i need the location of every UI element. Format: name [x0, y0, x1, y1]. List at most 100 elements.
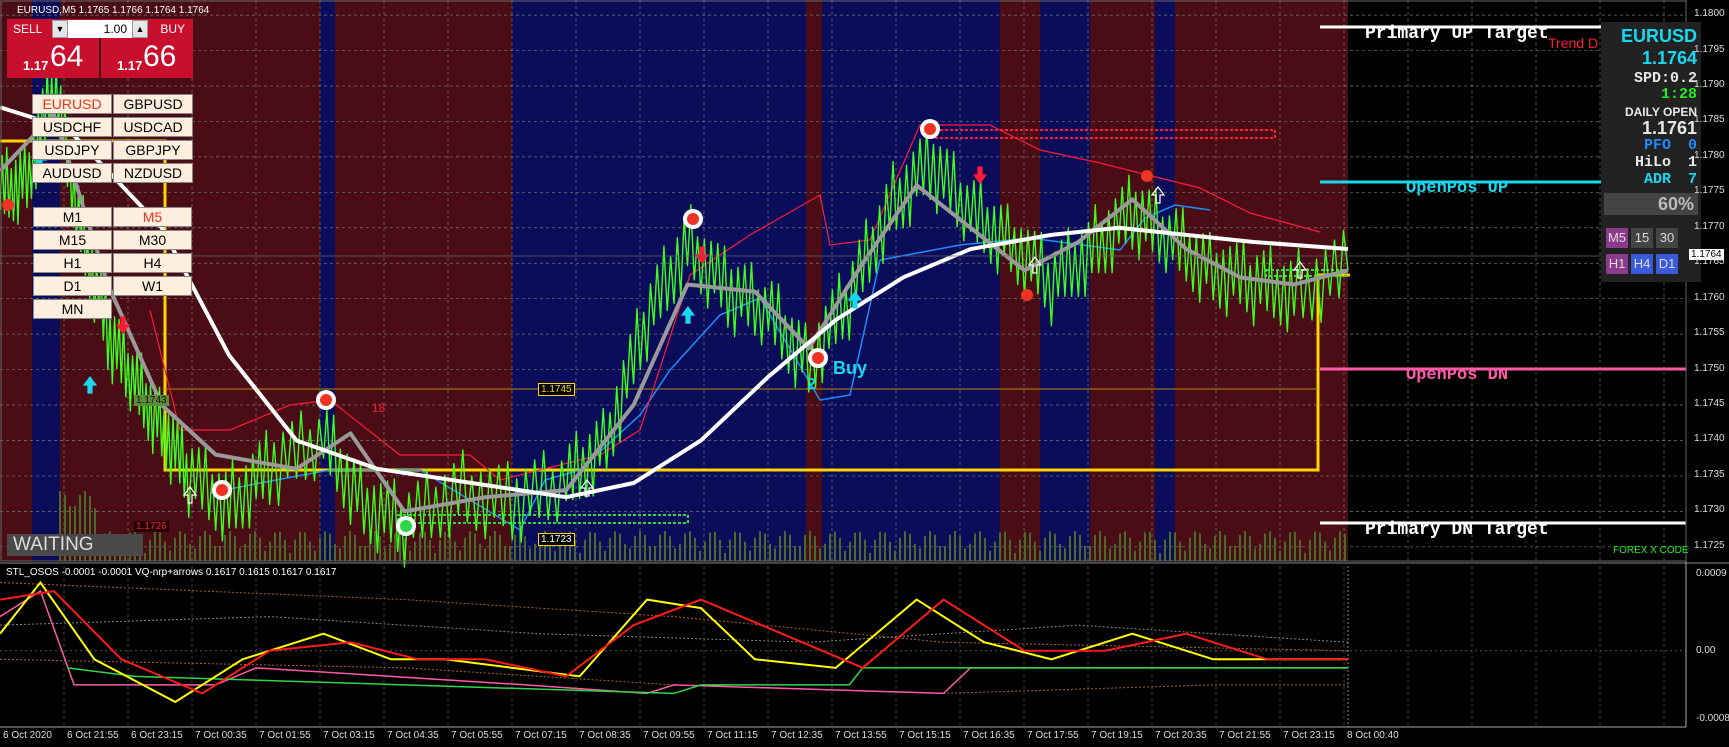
info-daily-open-label: DAILY OPEN	[1624, 105, 1697, 119]
signal-dot	[400, 520, 412, 532]
buy-label: BUY	[160, 22, 185, 36]
timeframe-button-w1[interactable]: W1	[113, 276, 192, 296]
info-price: 1.1764	[1641, 48, 1697, 68]
percent-box: 60%	[1604, 193, 1698, 215]
price-tag-1726: 1.1726	[134, 521, 169, 532]
x-tick-label: 6 Oct 21:55	[67, 730, 119, 741]
bull-zone-3	[822, 0, 1000, 561]
timeframe-button-d1[interactable]: D1	[33, 276, 112, 296]
x-tick-label: 6 Oct 2020	[3, 730, 52, 741]
y-tick-label: 1.1745	[1694, 398, 1725, 410]
info-tf-button-d1[interactable]: D1	[1656, 254, 1678, 274]
y-tick-label: 1.1775	[1694, 185, 1725, 197]
info-tf-button-h1[interactable]: H1	[1606, 254, 1628, 274]
x-tick-label: 7 Oct 09:55	[643, 730, 695, 741]
brand-label: FOREX X CODE	[1613, 545, 1689, 556]
y-tick-label: 1.1800	[1694, 8, 1725, 20]
y-tick-label: 1.1770	[1694, 220, 1725, 232]
buy-signal-count: 2	[807, 376, 816, 393]
sell-label: SELL	[13, 22, 43, 36]
info-symbol: EURUSD	[1620, 26, 1697, 46]
symbol-button-usdchf[interactable]: USDCHF	[32, 117, 112, 137]
oscillator-title: STL_OSOS -0.0001 -0.0001 VQ-nrp+arrows 0…	[6, 567, 337, 578]
symbol-button-gbpjpy[interactable]: GBPJPY	[113, 140, 193, 160]
window-title: EURUSD,M5 1.1765 1.1766 1.1764 1.1764	[17, 5, 210, 16]
x-tick-label: 7 Oct 12:35	[771, 730, 823, 741]
x-tick-label: 7 Oct 11:15	[707, 730, 758, 741]
timeframe-button-mn[interactable]: MN	[33, 299, 112, 319]
sell-price-pips: 64	[50, 40, 84, 73]
osc-band-top	[0, 582, 1349, 652]
red-dot	[1141, 170, 1153, 182]
y-tick-label: 1.1790	[1694, 78, 1725, 90]
x-tick-label: 7 Oct 08:35	[579, 730, 631, 741]
timeframe-button-m5[interactable]: M5	[113, 207, 192, 227]
buy-signal-label: Buy	[833, 358, 868, 378]
info-daily-open: 1.1761	[1641, 118, 1697, 138]
timeframe-button-m30[interactable]: M30	[113, 230, 192, 250]
y-tick-label: 1.1765	[1694, 256, 1725, 268]
osc-tick-label: 0.00	[1696, 644, 1716, 656]
x-tick-label: 7 Oct 00:35	[195, 730, 247, 741]
bull-zone-1	[320, 0, 335, 561]
info-tf-button-m5[interactable]: M5	[1606, 228, 1628, 248]
x-tick-label: 7 Oct 01:55	[259, 730, 311, 741]
symbol-button-audusd[interactable]: AUDUSD	[32, 163, 112, 183]
price-tag-1745: 1.1745	[538, 383, 575, 396]
info-panel: EURUSD 1.1764 SPD:0.2 1:28 DAILY OPEN 1.…	[1601, 22, 1701, 282]
x-tick-label: 7 Oct 17:55	[1027, 730, 1079, 741]
lot-increase-icon[interactable]: ▲	[132, 20, 148, 38]
osc-band-lower	[0, 658, 1348, 694]
info-spread: SPD:0.2	[1633, 70, 1697, 87]
x-tick-label: 6 Oct 23:15	[131, 730, 183, 741]
zone-layer	[0, 0, 1686, 561]
y-tick-label: 1.1780	[1694, 149, 1725, 161]
price-tag-1743: 1.1743	[134, 395, 169, 406]
timeframe-button-h4[interactable]: H4	[113, 253, 192, 273]
signal-dot	[924, 123, 936, 135]
symbol-button-gbpusd[interactable]: GBPUSD	[113, 94, 193, 114]
signal-count-18: 18	[372, 401, 386, 415]
y-tick-label: 1.1735	[1694, 468, 1725, 480]
x-tick-label: 7 Oct 13:55	[835, 730, 887, 741]
y-tick-label: 1.1755	[1694, 327, 1725, 339]
bull-zone-5	[1155, 0, 1175, 561]
y-tick-label: 1.1760	[1694, 291, 1725, 303]
openpos-dn-label: OpenPos DN	[1406, 366, 1509, 385]
price-tag-1723: 1.1723	[538, 533, 575, 546]
info-percent: 60%	[1657, 194, 1694, 214]
info-adr-label: ADR	[1643, 171, 1671, 188]
symbol-button-eurusd[interactable]: EURUSD	[32, 94, 112, 114]
info-tf-button-15[interactable]: 15	[1631, 228, 1653, 248]
y-tick-label: 1.1785	[1694, 114, 1725, 126]
x-tick-label: 7 Oct 20:35	[1155, 730, 1207, 741]
red-dot	[2, 199, 14, 211]
one-click-trading-panel: SELL 1.17 64 BUY 1.17 66 ▼ ▲	[7, 19, 193, 78]
osc-green-step	[67, 667, 1348, 695]
bull-zone-4	[1040, 0, 1090, 561]
x-tick-label: 7 Oct 15:15	[899, 730, 951, 741]
primary-up-target-label: Primary UP Target	[1365, 24, 1549, 44]
info-hilo-label: HiLo	[1634, 154, 1671, 171]
timeframe-button-m15[interactable]: M15	[33, 230, 112, 250]
symbol-button-nzdusd[interactable]: NZDUSD	[113, 163, 193, 183]
buy-price-pips: 66	[143, 40, 177, 73]
oscillator-layer	[0, 562, 1729, 727]
info-tf-button-30[interactable]: 30	[1656, 228, 1678, 248]
y-tick-label: 1.1730	[1694, 504, 1725, 516]
signal-dot	[320, 394, 332, 406]
timeframe-button-m1[interactable]: M1	[33, 207, 112, 227]
lot-size-input[interactable]	[69, 20, 131, 38]
osc-tick-label: 0.0009	[1696, 568, 1727, 579]
y-tick-label: 1.1750	[1694, 362, 1725, 374]
openpos-up-label: OpenPos UP	[1406, 179, 1509, 198]
timeframe-button-h1[interactable]: H1	[33, 253, 112, 273]
symbol-button-usdcad[interactable]: USDCAD	[113, 117, 193, 137]
symbol-button-usdjpy[interactable]: USDJPY	[32, 140, 112, 160]
x-tick-label: 7 Oct 05:55	[451, 730, 503, 741]
lot-decrease-icon[interactable]: ▼	[52, 20, 68, 38]
x-tick-label: 7 Oct 21:55	[1219, 730, 1271, 741]
info-tf-button-h4[interactable]: H4	[1631, 254, 1653, 274]
x-tick-label: 7 Oct 23:15	[1283, 730, 1335, 741]
red-dot	[1021, 289, 1033, 301]
